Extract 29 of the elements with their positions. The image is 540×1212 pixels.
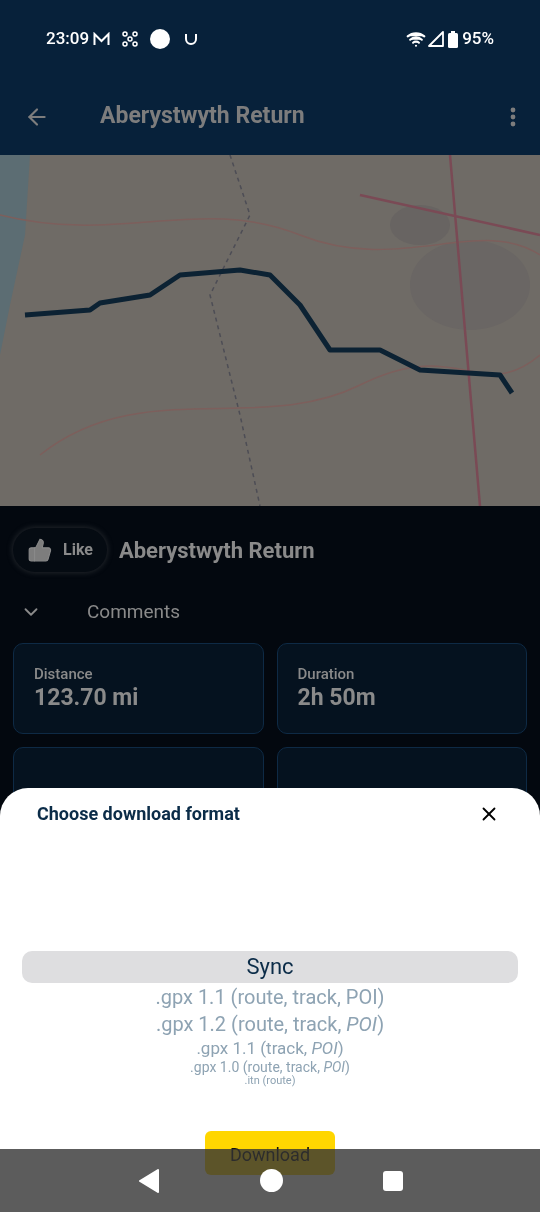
back-icon[interactable] [137,1168,160,1193]
like-button[interactable]: Like [13,528,107,572]
cup-icon [184,33,199,45]
home-icon[interactable] [259,1169,283,1192]
overview-icon[interactable] [382,1170,403,1191]
format-option[interactable]: .gpx 1.1 (route, track, POI) [155,983,385,1011]
battery-level: 95% [462,27,494,51]
format-option[interactable]: .gpx 1.2 (route, track, POI) [155,1011,385,1037]
format-option[interactable]: .gpx 1.0 (route, track, POI) [190,1059,350,1075]
format-option[interactable]: .gpx 1.1 (track, POI) [196,1037,344,1059]
format-option[interactable]: .itn (route) [244,1075,296,1087]
mail-icon [93,32,111,46]
status-time: 23:09 [46,27,90,51]
more-icon [510,106,516,127]
stat-value: 2h 50m [297,684,377,712]
fan-icon [122,31,139,47]
stat-label: Duration [297,664,356,684]
route-title: Aberystwyth Return [118,536,315,565]
more-button[interactable] [510,106,516,127]
battery-icon [448,30,459,48]
wifi-icon [406,29,427,49]
signal-icon [428,31,445,47]
app-bar-title: Aberystwyth Return [100,101,305,132]
comments-toggle[interactable]: Comments [20,592,181,632]
stat-label: Distance [34,664,94,684]
sheet-title: Choose download format [37,802,240,826]
format-option[interactable]: Sync [22,951,518,983]
stat-value: 123.70 mi [34,684,140,712]
thumbs-up-icon [27,537,53,563]
